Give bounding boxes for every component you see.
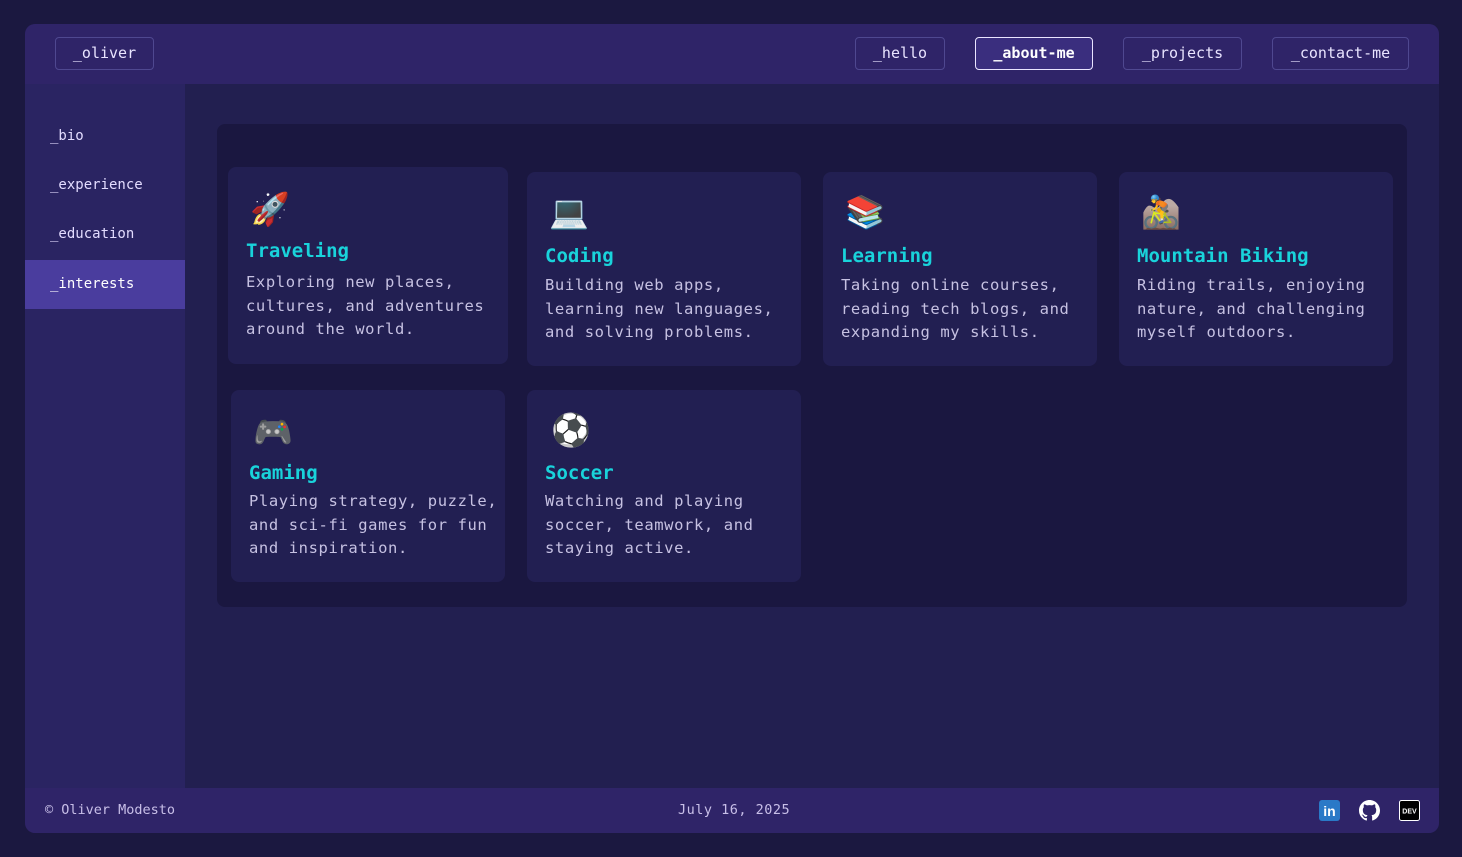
sidebar-item-education[interactable]: _education (25, 210, 185, 259)
sidebar-item-experience[interactable]: _experience (25, 161, 185, 210)
mountain-biker-icon: 🚵 (1141, 193, 1181, 231)
app-window: _oliver _hello _about-me _projects _cont… (25, 24, 1439, 833)
copyright-text: © Oliver Modesto (45, 802, 176, 818)
nav-about-me-button[interactable]: _about-me (975, 37, 1093, 70)
interest-description: Playing strategy, puzzle, and sci-fi gam… (249, 492, 498, 557)
interest-card-learning: 📚 Learning Taking online courses, readin… (823, 172, 1097, 366)
sidebar-item-bio[interactable]: _bio (25, 112, 185, 161)
svg-text:in: in (1323, 803, 1335, 819)
interest-title: Soccer (545, 462, 614, 484)
sidebar-item-interests[interactable]: _interests (25, 260, 185, 309)
nav-projects-button[interactable]: _projects (1123, 37, 1242, 70)
interest-title: Coding (545, 245, 614, 267)
interest-title: Gaming (249, 462, 318, 484)
footer-date: July 16, 2025 (678, 802, 791, 818)
interest-description: Building web apps, learning new language… (545, 276, 774, 341)
soccer-ball-icon: ⚽ (551, 411, 591, 449)
interest-card-coding: 💻 Coding Building web apps, learning new… (527, 172, 801, 366)
brand-button[interactable]: _oliver (55, 37, 154, 70)
github-icon[interactable] (1359, 800, 1380, 821)
interest-description: Riding trails, enjoying nature, and chal… (1137, 276, 1366, 341)
linkedin-icon[interactable]: in (1319, 800, 1340, 821)
nav-contact-me-button[interactable]: _contact-me (1272, 37, 1409, 70)
svg-text:DEV: DEV (1402, 809, 1417, 816)
interest-title: Mountain Biking (1137, 245, 1309, 267)
laptop-icon: 💻 (549, 193, 589, 231)
interest-title: Learning (841, 245, 933, 267)
interest-card-traveling: 🚀 Traveling Exploring new places, cultur… (228, 167, 508, 364)
sidebar: _bio _experience _education _interests (25, 84, 185, 788)
interest-card-soccer: ⚽ Soccer Watching and playing soccer, te… (527, 390, 801, 582)
dev-icon[interactable]: DEV (1399, 800, 1420, 821)
game-controller-icon: 🎮 (253, 413, 293, 451)
interest-card-mountain-biking: 🚵 Mountain Biking Riding trails, enjoyin… (1119, 172, 1393, 366)
footer: © Oliver Modesto July 16, 2025 in DEV (25, 788, 1439, 833)
books-icon: 📚 (845, 193, 885, 231)
rocket-icon: 🚀 (250, 190, 290, 228)
nav-hello-button[interactable]: _hello (855, 37, 945, 70)
interest-title: Traveling (246, 240, 349, 262)
interest-description: Exploring new places, cultures, and adve… (246, 273, 485, 338)
interests-panel: 🚀 Traveling Exploring new places, cultur… (217, 124, 1407, 607)
interest-card-gaming: 🎮 Gaming Playing strategy, puzzle, and s… (231, 390, 505, 582)
interest-description: Taking online courses, reading tech blog… (841, 276, 1070, 341)
interest-description: Watching and playing soccer, teamwork, a… (545, 492, 754, 557)
top-navbar: _oliver _hello _about-me _projects _cont… (25, 24, 1439, 84)
